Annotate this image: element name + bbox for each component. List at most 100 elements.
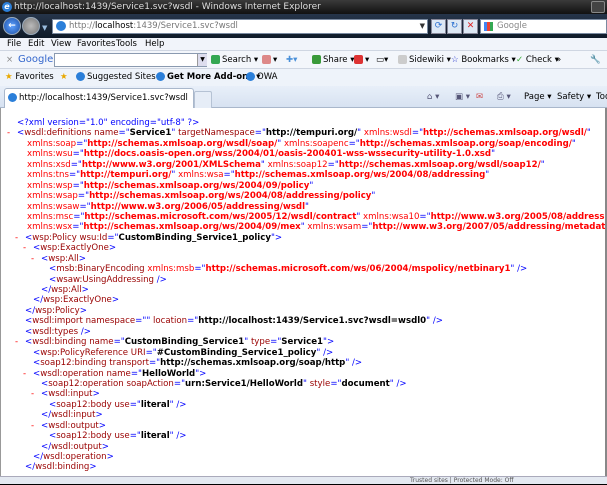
collapse-toggle[interactable]: -: [23, 243, 26, 253]
xml-markup: />: [156, 274, 167, 285]
xml-markup: ": [316, 347, 321, 358]
address-dropdown-icon[interactable]: ▼: [420, 20, 425, 33]
xml-attribute-value: CustomBinding_Service1_policy: [118, 232, 271, 243]
collapse-toggle[interactable]: -: [31, 389, 34, 399]
xml-tag-name: wsp:All: [48, 253, 79, 264]
stop-icon[interactable]: ✕: [463, 19, 478, 34]
xml-markup: =": [129, 431, 141, 442]
xml-attribute-name: name: [94, 128, 119, 139]
xml-markup: />: [432, 316, 443, 327]
xml-markup: </: [25, 305, 36, 316]
recent-pages-dropdown[interactable]: ▼: [42, 24, 47, 32]
xml-line: - <wsp:Policy wsu:Id="CustomBinding_Servi…: [1, 233, 605, 243]
autofill-icon[interactable]: ▭▾: [376, 51, 388, 69]
xml-attribute-name: use: [114, 431, 130, 442]
xml-markup: =": [118, 128, 130, 139]
popup-blocker-icon[interactable]: ▾: [354, 51, 369, 69]
xml-line: </wsdl:binding>: [1, 462, 605, 472]
address-prefix: http://: [69, 21, 96, 31]
more-button[interactable]: »: [556, 51, 561, 69]
xml-markup: =": [79, 201, 91, 212]
menu-help[interactable]: Help: [145, 38, 164, 51]
collapse-toggle[interactable]: -: [15, 337, 18, 347]
compatibility-view-icon[interactable]: ⟳: [431, 19, 446, 34]
xml-markup: =": [135, 316, 147, 327]
xml-markup: ": [586, 128, 591, 139]
collapse-toggle[interactable]: -: [31, 254, 34, 264]
xml-attribute-name: xmlns:wsa: [178, 170, 224, 181]
xml-line: </wsdl:output>: [1, 442, 605, 452]
xml-markup: ": [260, 159, 265, 170]
xml-tag-name: soap12:body: [56, 399, 112, 410]
refresh-icon[interactable]: ↻: [447, 19, 462, 34]
share-button[interactable]: Share ▾: [312, 51, 355, 69]
pagerank-icon[interactable]: ▾: [262, 51, 277, 69]
menu-view[interactable]: View: [51, 38, 71, 51]
menu-edit[interactable]: Edit: [28, 38, 44, 51]
wrench-icon[interactable]: 🔧: [590, 51, 601, 69]
xml-tag-name: wsdl:input: [48, 389, 93, 400]
xml-markup: =": [270, 337, 282, 348]
xml-attribute-name: xmlns:soap: [27, 138, 77, 149]
print-icon[interactable]: ⎙ ▾: [497, 86, 511, 108]
xml-attribute-value: http://tempuri.org/: [265, 128, 358, 139]
new-tab-button[interactable]: [194, 91, 212, 108]
mail-icon[interactable]: ✉: [476, 86, 483, 108]
spellcheck-button[interactable]: ✓ Check ▾: [516, 51, 559, 69]
feeds-icon[interactable]: ▣ ▾: [455, 86, 470, 108]
back-button[interactable]: ←: [3, 17, 21, 35]
collapse-toggle[interactable]: -: [7, 128, 10, 138]
suggested-sites-link[interactable]: Suggested Sites ▾: [76, 69, 163, 86]
safety-menu[interactable]: Safety ▾: [557, 86, 591, 108]
bookmarks-button[interactable]: ☆ Bookmarks ▾: [451, 51, 516, 69]
collapse-toggle[interactable]: -: [15, 233, 18, 243]
xml-markup: >: [81, 285, 89, 295]
xml-line: <soap12:body use="literal" />: [1, 431, 605, 441]
xml-attribute-value: HelloWorld: [141, 368, 196, 379]
menu-favorites[interactable]: Favorites: [77, 38, 115, 51]
home-icon[interactable]: ⌂ ▾: [427, 86, 439, 108]
sidewiki-button[interactable]: Sidewiki ▾: [398, 51, 451, 69]
google-search-input[interactable]: [54, 53, 207, 67]
window-controls[interactable]: [591, 1, 605, 13]
favorites-button[interactable]: ★ Favorites: [5, 69, 54, 86]
ie-icon: [246, 72, 255, 81]
page-menu[interactable]: Page ▾: [524, 86, 552, 108]
get-addons-link[interactable]: Get More Add-ons ▾: [156, 69, 260, 86]
xml-attribute-name: use: [114, 399, 130, 410]
xml-tag-name: soap12:operation: [48, 378, 124, 389]
xml-attribute-name: xmlns:soapenc: [283, 138, 349, 149]
status-bar: Trusted sites | Protected Mode: Off: [0, 476, 607, 484]
add-favorite-icon[interactable]: ★: [60, 69, 68, 86]
xml-markup: =": [173, 378, 186, 389]
xml-attribute-name: xmlns:msc: [27, 211, 74, 222]
web-search-input[interactable]: Google: [480, 19, 607, 34]
close-toolbar-icon[interactable]: ×: [6, 51, 13, 69]
xml-line: xmlns:wsaw="http://www.w3.org/2006/05/ad…: [1, 202, 605, 212]
xml-markup: ": [277, 138, 282, 149]
tab-title: http://localhost:1439/Service1.svc?wsdl: [19, 93, 188, 103]
menu-file[interactable]: File: [7, 38, 21, 51]
xml-markup: >: [106, 452, 114, 462]
forward-button[interactable]: [22, 17, 40, 35]
xml-markup: </: [33, 452, 44, 462]
xml-line: <msb:BinaryEncoding xmlns:msb="http://sc…: [1, 264, 605, 274]
google-search-button[interactable]: Search ▾: [211, 51, 258, 69]
xml-line: xmlns:wsu="http://docs.oasis-open.org/ws…: [1, 149, 605, 159]
menu-tools[interactable]: Tools: [116, 38, 137, 51]
tab-active[interactable]: http://localhost:1439/Service1.svc?wsdl: [4, 88, 194, 108]
xml-markup: >: [111, 295, 120, 306]
search-label: Search ▾: [222, 55, 259, 65]
xml-attribute-name: wsu:Id: [79, 232, 108, 243]
xml-line: - <wsp:ExactlyOne>: [1, 243, 605, 253]
tools-menu[interactable]: Tools: [596, 86, 607, 108]
xml-tag-name: wsp:All: [51, 285, 82, 295]
xml-attribute-name: xmlns:wsa10: [363, 211, 420, 222]
google-search-dropdown[interactable]: ▼: [197, 54, 207, 66]
collapse-toggle[interactable]: -: [23, 369, 26, 379]
xml-markup: =": [72, 222, 84, 233]
owa-link[interactable]: OWA: [246, 69, 277, 86]
collapse-toggle[interactable]: -: [31, 421, 34, 431]
address-bar[interactable]: http://localhost:1439/Service1.svc?wsdl …: [52, 19, 428, 34]
plus-icon[interactable]: ✚▾: [286, 51, 297, 69]
